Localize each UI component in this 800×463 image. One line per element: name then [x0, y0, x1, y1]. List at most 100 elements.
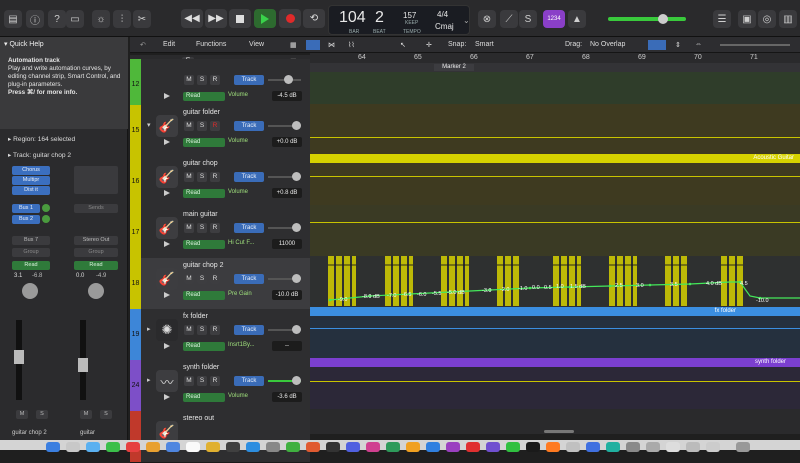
automation-mode[interactable]: Read — [74, 261, 118, 270]
record-button[interactable]: R — [210, 223, 220, 233]
chat-icon[interactable] — [446, 442, 460, 452]
chevron-right-icon[interactable]: ▸ — [147, 325, 151, 333]
spotify-icon[interactable] — [506, 442, 520, 452]
automation-mode-select[interactable]: Read — [183, 342, 225, 351]
window-icon[interactable] — [686, 442, 700, 452]
logic-icon[interactable] — [226, 442, 240, 452]
region-green[interactable] — [310, 72, 800, 104]
group-slot[interactable]: Group — [12, 248, 50, 257]
ruler[interactable]: 64 65 66 67 68 69 70 71 — [310, 53, 800, 63]
automation-mode-select[interactable]: Read — [183, 92, 225, 101]
slider-knob[interactable] — [292, 376, 301, 385]
slider-knob[interactable] — [284, 75, 293, 84]
keynote-icon[interactable] — [426, 442, 440, 452]
slider-knob[interactable] — [292, 223, 301, 232]
flex-icon[interactable]: ⋈ — [328, 41, 335, 49]
discord-icon[interactable] — [486, 442, 500, 452]
track-automation-button[interactable]: Track — [234, 75, 264, 85]
loop-browser-icon[interactable]: ◎ — [758, 10, 776, 28]
cycle-button[interactable]: ⟲ — [303, 9, 325, 28]
automation-play-icon[interactable] — [164, 343, 170, 349]
xcode-icon[interactable] — [346, 442, 360, 452]
group-slot[interactable]: Group — [74, 248, 118, 257]
downloads-icon[interactable] — [626, 442, 640, 452]
automation-value-field[interactable]: -4.5 dB — [272, 91, 302, 101]
track-automation-button[interactable]: Track — [234, 121, 264, 131]
replace-icon[interactable]: ⊗ — [478, 10, 496, 28]
region-inspector-row[interactable]: ▸ Region: 164 selected — [0, 133, 136, 147]
fast-forward-button[interactable]: ▶▶ — [205, 9, 227, 28]
automation-play-icon[interactable] — [164, 241, 170, 247]
volume-slider[interactable] — [268, 121, 301, 130]
calendar-icon[interactable] — [186, 442, 200, 452]
volume-fader[interactable] — [78, 358, 88, 372]
track-name[interactable]: guitar folder — [183, 109, 220, 116]
track-header[interactable]: 18 🎸 guitar chop 2 M S R Track Read Pre Gain -10.… — [130, 258, 310, 310]
automation-value-field[interactable]: +0.0 dB — [272, 137, 302, 147]
chevron-right-icon[interactable]: ▸ — [147, 376, 151, 384]
lane-synth-folder[interactable] — [310, 367, 800, 409]
photos-icon[interactable] — [146, 442, 160, 452]
tuner-icon[interactable]: ⟋ — [500, 10, 518, 28]
insert-slot-1[interactable]: Chorus — [12, 166, 50, 175]
automation-value-field[interactable]: -10.0 dB — [272, 290, 302, 300]
automation-mode-select[interactable]: Read — [183, 393, 225, 402]
preview-icon[interactable] — [566, 442, 580, 452]
solo-button[interactable]: S — [197, 172, 207, 182]
track-name[interactable]: fx folder — [183, 313, 208, 320]
slider-knob[interactable] — [292, 274, 301, 283]
mute-button[interactable]: M — [184, 172, 194, 182]
solo-button[interactable]: S — [100, 410, 112, 419]
track-automation-button[interactable]: Track — [234, 325, 264, 335]
automation-mode-select[interactable]: Read — [183, 240, 225, 249]
volume-slider[interactable] — [268, 223, 301, 232]
track-name[interactable]: guitar chop 2 — [183, 262, 223, 269]
volume-slider[interactable] — [268, 274, 301, 283]
count-in-button[interactable]: 1234 — [543, 10, 565, 28]
automation-play-icon[interactable] — [164, 139, 170, 145]
automation-value-field[interactable]: -- — [272, 341, 302, 351]
track-name[interactable]: main guitar — [183, 211, 218, 218]
solo-button[interactable]: S — [36, 410, 48, 419]
rewind-button[interactable]: ◀◀ — [181, 9, 203, 28]
track-automation-button[interactable]: Track — [234, 223, 264, 233]
region-synth-folder[interactable]: synth folder — [310, 358, 800, 367]
inspector-icon[interactable]: ⓘ — [26, 10, 44, 28]
arrange-area[interactable]: Acoustic Guitar -9.0 -8.0 dB -7.0 -6.5 -… — [310, 72, 800, 434]
play-button[interactable] — [254, 9, 276, 28]
solo-button[interactable]: S — [197, 376, 207, 386]
solo-button[interactable]: S — [197, 274, 207, 284]
automation-play-icon[interactable] — [164, 93, 170, 99]
marker-bar[interactable]: Marker 2 — [310, 63, 800, 72]
vlc-icon[interactable] — [546, 442, 560, 452]
slider-knob[interactable] — [292, 325, 301, 334]
solo-icon[interactable]: S — [519, 10, 537, 28]
lane-guitar-chop[interactable] — [310, 163, 800, 205]
output-slot[interactable]: Bus 7 — [12, 236, 50, 245]
pencil-tool-icon[interactable]: ✛ — [426, 41, 432, 49]
automation-parameter-select[interactable]: Volume — [228, 92, 248, 98]
back-icon[interactable]: ↶ — [140, 41, 146, 49]
mute-button[interactable]: M — [184, 376, 194, 386]
horizontal-scrollbar[interactable] — [544, 430, 574, 433]
settings-icon[interactable] — [266, 442, 280, 452]
finder-icon[interactable] — [46, 442, 60, 452]
itunes-icon[interactable] — [366, 442, 380, 452]
record-button[interactable]: R — [210, 325, 220, 335]
drag-select[interactable]: No Overlap — [590, 41, 625, 48]
mute-button[interactable]: M — [16, 410, 28, 419]
notepad-icon[interactable]: ▣ — [738, 10, 756, 28]
zoom-icon[interactable] — [586, 442, 600, 452]
automation-play-icon[interactable] — [164, 190, 170, 196]
record-button[interactable]: R — [210, 172, 220, 182]
track-name[interactable]: stereo out — [183, 415, 214, 422]
track-name[interactable]: synth folder — [183, 364, 219, 371]
slider-knob[interactable] — [292, 121, 301, 130]
automation-play-icon[interactable] — [164, 292, 170, 298]
snap-select[interactable]: Smart — [475, 41, 494, 48]
chevron-down-icon[interactable]: ▾ — [147, 121, 151, 129]
automation-parameter-select[interactable]: Hi Cut F... — [228, 240, 254, 246]
automation-parameter-select[interactable]: Insrt1By... — [228, 342, 255, 348]
region-fx-folder[interactable]: fx folder — [310, 307, 800, 316]
catch-button[interactable] — [648, 40, 666, 50]
